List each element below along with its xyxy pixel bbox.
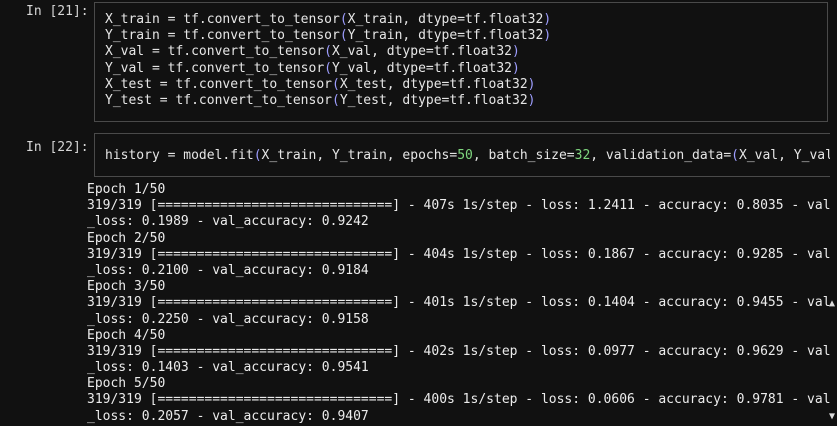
output-line: _loss: 0.2250 - val_accuracy: 0.9158	[87, 311, 369, 327]
code-line: X_val = tf.convert_to_tensor(X_val, dtyp…	[105, 44, 520, 60]
code-line: Y_train = tf.convert_to_tensor(Y_train, …	[105, 28, 552, 44]
cell-output: Epoch 1/50 319/319 [====================…	[87, 182, 837, 425]
code-line: X_train = tf.convert_to_tensor(X_train, …	[105, 12, 552, 27]
output-line: 319/319 [==============================]…	[87, 198, 831, 214]
cell-prompt: In [21]:	[26, 4, 89, 19]
scroll-up-arrow-icon[interactable]: ▲	[827, 297, 837, 311]
output-line: Epoch 1/50	[87, 182, 166, 197]
output-line: Epoch 2/50	[87, 230, 166, 246]
output-line: Epoch 5/50	[87, 376, 166, 392]
code-cell-22[interactable]: In [22]: history = model.fit(X_train, Y_…	[0, 132, 837, 182]
output-line: Epoch 3/50	[87, 279, 166, 295]
code-editor[interactable]: history = model.fit(X_train, Y_train, ep…	[94, 133, 830, 177]
output-line: _loss: 0.2057 - val_accuracy: 0.9407	[87, 408, 369, 424]
code-line: X_test = tf.convert_to_tensor(X_test, dt…	[105, 76, 536, 92]
output-line: 319/319 [==============================]…	[87, 343, 831, 359]
output-line: _loss: 0.1403 - val_accuracy: 0.9541	[87, 360, 369, 376]
code-line: Y_test = tf.convert_to_tensor(Y_test, dt…	[105, 92, 536, 108]
output-line: _loss: 0.1989 - val_accuracy: 0.9242	[87, 214, 369, 230]
output-line: Epoch 4/50	[87, 327, 166, 343]
code-line: Y_val = tf.convert_to_tensor(Y_val, dtyp…	[105, 60, 520, 76]
output-line: 319/319 [==============================]…	[87, 392, 831, 408]
output-line: _loss: 0.2100 - val_accuracy: 0.9184	[87, 262, 369, 278]
code-cell-21[interactable]: In [21]: X_train = tf.convert_to_tensor(…	[0, 0, 837, 130]
output-line: 319/319 [==============================]…	[87, 246, 831, 262]
code-editor[interactable]: X_train = tf.convert_to_tensor(X_train, …	[94, 2, 828, 122]
scroll-down-arrow-icon[interactable]: ▼	[827, 410, 837, 424]
output-line: 319/319 [==============================]…	[87, 295, 831, 311]
cell-prompt: In [22]:	[26, 140, 89, 155]
code-line: history = model.fit(X_train, Y_train, ep…	[105, 148, 830, 163]
